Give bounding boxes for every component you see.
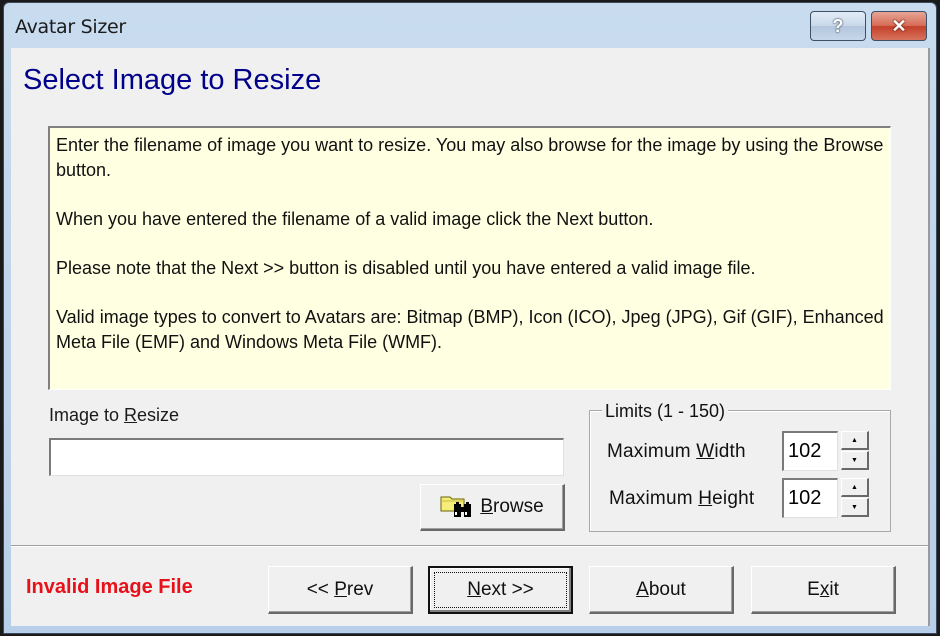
max-height-input[interactable] — [782, 478, 838, 518]
separator — [11, 545, 928, 547]
instruction-paragraph: Enter the filename of image you want to … — [56, 135, 884, 180]
status-message: Invalid Image File — [26, 576, 193, 598]
max-height-down-button[interactable]: ▼ — [841, 498, 869, 517]
max-width-label: Maximum Width — [607, 441, 746, 462]
limits-group: Limits (1 - 150) Maximum Width ▲ ▼ Maxim… — [589, 401, 891, 532]
page-title: Select Image to Resize — [23, 64, 322, 96]
arrow-down-icon: ▼ — [851, 503, 858, 511]
arrow-down-icon: ▼ — [851, 456, 858, 464]
instructions-panel: Enter the filename of image you want to … — [48, 126, 891, 390]
app-window: Avatar Sizer ? ✕ Select Image to Resize … — [3, 2, 937, 634]
browse-button[interactable]: Browse — [420, 484, 565, 531]
browse-label: Browse — [480, 496, 544, 517]
image-to-resize-label: Image to Resize — [49, 405, 180, 425]
dialog-client-area: Select Image to Resize Enter the filenam… — [11, 48, 930, 626]
max-width-input[interactable] — [782, 431, 838, 471]
prev-button[interactable]: << Prev — [268, 566, 413, 614]
arrow-up-icon: ▲ — [851, 436, 858, 444]
max-width-up-button[interactable]: ▲ — [841, 431, 869, 450]
limits-legend: Limits (1 - 150) — [602, 401, 729, 422]
instruction-paragraph: Valid image types to convert to Avatars … — [56, 307, 884, 352]
next-button[interactable]: Next >> — [428, 566, 573, 614]
window-title: Avatar Sizer — [15, 16, 126, 38]
max-height-label: Maximum Height — [609, 488, 755, 509]
folder-binoculars-icon — [440, 496, 472, 517]
max-width-down-button[interactable]: ▼ — [841, 451, 869, 470]
exit-button[interactable]: Ex it — [751, 566, 896, 614]
help-icon: ? — [832, 15, 844, 36]
instruction-paragraph: When you have entered the filename of a … — [56, 209, 654, 229]
focus-rectangle — [434, 572, 567, 608]
max-height-up-button[interactable]: ▲ — [841, 478, 869, 497]
title-bar[interactable]: Avatar Sizer ? ✕ — [4, 3, 936, 49]
instruction-paragraph: Please note that the Next >> button is d… — [56, 258, 756, 278]
arrow-up-icon: ▲ — [851, 483, 858, 491]
help-button[interactable]: ? — [810, 11, 866, 41]
image-filename-input[interactable] — [49, 438, 564, 476]
close-icon: ✕ — [891, 15, 907, 36]
close-button[interactable]: ✕ — [871, 11, 927, 41]
about-button[interactable]: About — [589, 566, 734, 614]
